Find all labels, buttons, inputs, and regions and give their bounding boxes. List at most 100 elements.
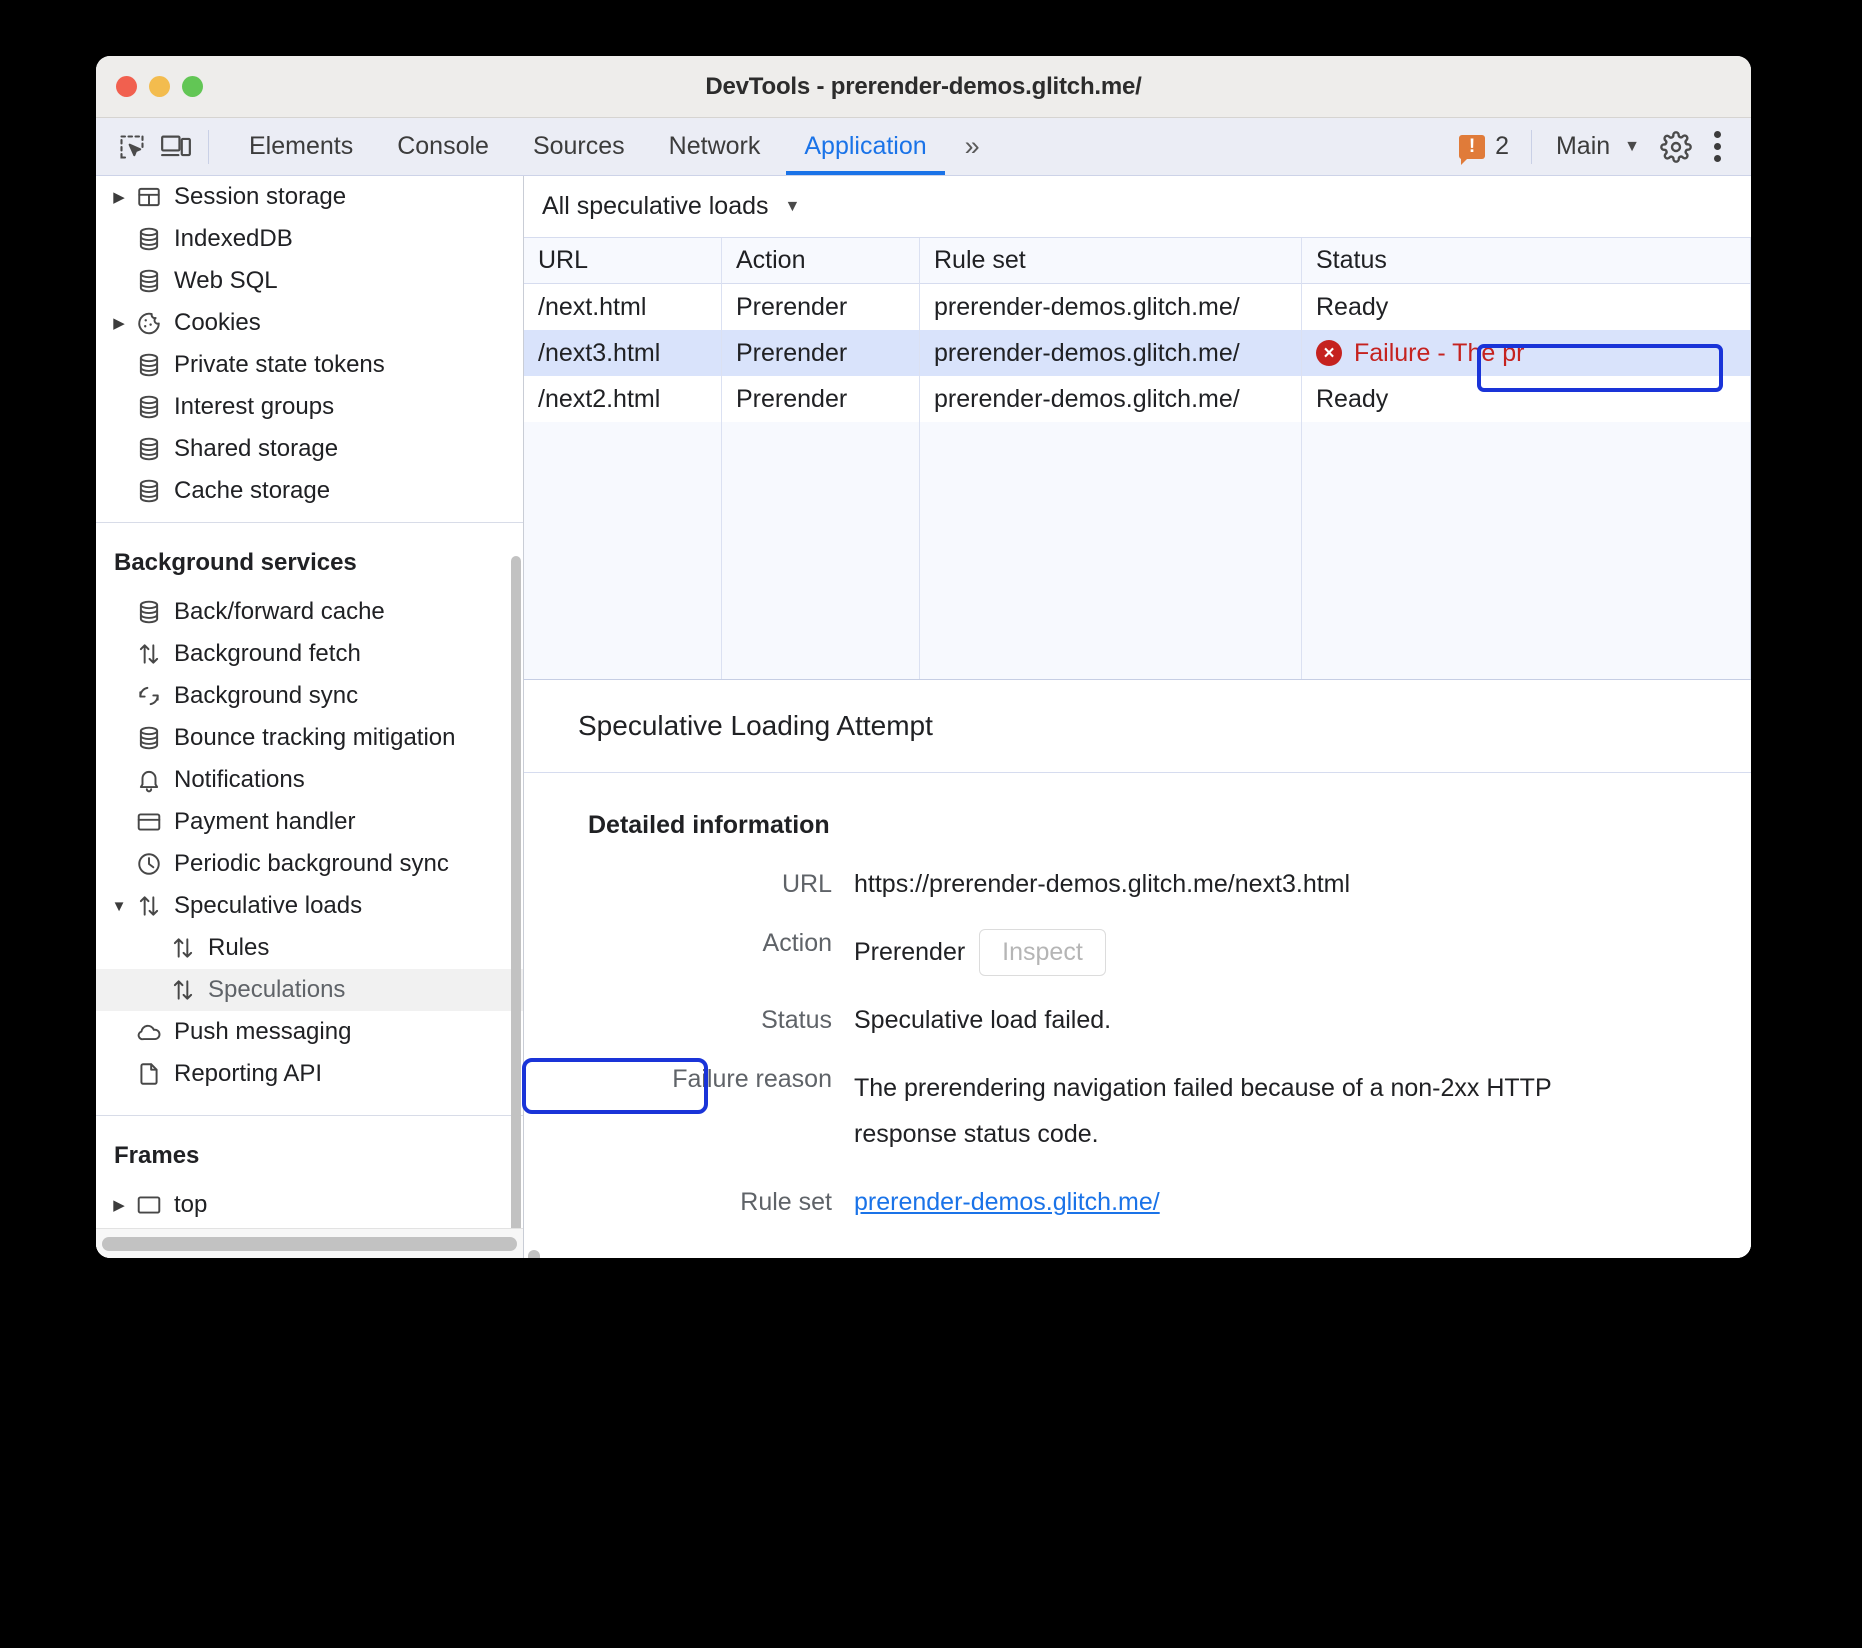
filter-label: All speculative loads bbox=[542, 192, 769, 221]
database-icon bbox=[132, 394, 166, 420]
chevron-down-icon: ▼ bbox=[785, 198, 801, 216]
table-row[interactable]: /next3.htmlPrerenderprerender-demos.glit… bbox=[524, 330, 1751, 376]
detail-row-status: Status Speculative load failed. bbox=[524, 976, 1751, 1035]
sidebar-item-private-state-tokens[interactable]: Private state tokens bbox=[96, 344, 523, 386]
table-empty-area bbox=[524, 422, 1751, 680]
detail-pane: Speculative Loading Attempt Detailed inf… bbox=[524, 680, 1751, 1258]
bell-icon bbox=[132, 767, 166, 793]
sidebar-item-bounce-tracking-mitigation[interactable]: Bounce tracking mitigation bbox=[96, 717, 523, 759]
sidebar-item-top[interactable]: ▶top bbox=[96, 1184, 523, 1226]
database-icon bbox=[132, 436, 166, 462]
tab-network[interactable]: Network bbox=[647, 118, 783, 175]
sidebar-item-back-forward-cache[interactable]: Back/forward cache bbox=[96, 591, 523, 633]
sidebar-item-push-messaging[interactable]: Push messaging bbox=[96, 1011, 523, 1053]
database-icon bbox=[132, 478, 166, 504]
cell-ruleset: prerender-demos.glitch.me/ bbox=[920, 330, 1302, 376]
minimize-button[interactable] bbox=[149, 76, 170, 97]
detail-vertical-scrollbar[interactable] bbox=[528, 1250, 540, 1258]
toolbar-divider-2 bbox=[1531, 130, 1532, 164]
devtools-toolbar: Elements Console Sources Network Applica… bbox=[96, 118, 1751, 176]
chevron-down-icon: ▼ bbox=[1624, 138, 1640, 156]
sidebar-item-label: Push messaging bbox=[174, 1018, 351, 1046]
cell-ruleset: prerender-demos.glitch.me/ bbox=[920, 284, 1302, 330]
sidebar-item-periodic-background-sync[interactable]: Periodic background sync bbox=[96, 843, 523, 885]
warning-count: 2 bbox=[1495, 132, 1509, 161]
frames-tree: ▶top bbox=[96, 1184, 523, 1226]
kebab-menu-icon[interactable] bbox=[1698, 131, 1737, 162]
sidebar-item-label: IndexedDB bbox=[174, 225, 293, 253]
more-tabs-icon[interactable]: » bbox=[949, 131, 996, 162]
sidebar-item-label: Cookies bbox=[174, 309, 261, 337]
chevron-right-icon[interactable]: ▶ bbox=[106, 314, 132, 332]
context-selector[interactable]: Main ▼ bbox=[1542, 132, 1654, 161]
sidebar-item-interest-groups[interactable]: Interest groups bbox=[96, 386, 523, 428]
column-header-action[interactable]: Action bbox=[722, 238, 920, 284]
tab-application[interactable]: Application bbox=[782, 118, 948, 175]
sidebar-item-notifications[interactable]: Notifications bbox=[96, 759, 523, 801]
detail-ruleset-link[interactable]: prerender-demos.glitch.me/ bbox=[854, 1188, 1160, 1217]
frames-section: Frames ▶top bbox=[96, 1116, 523, 1236]
close-button[interactable] bbox=[116, 76, 137, 97]
cell-status: ×Failure - The pr bbox=[1302, 330, 1751, 376]
sidebar-item-background-fetch[interactable]: Background fetch bbox=[96, 633, 523, 675]
sidebar-item-speculative-loads[interactable]: ▼Speculative loads bbox=[96, 885, 523, 927]
table-filler-cell bbox=[1302, 422, 1751, 679]
sidebar-item-payment-handler[interactable]: Payment handler bbox=[96, 801, 523, 843]
window-controls bbox=[116, 76, 203, 97]
sidebar-item-label: Web SQL bbox=[174, 267, 278, 295]
sidebar-horizontal-scrollbar-track[interactable] bbox=[96, 1228, 523, 1258]
gear-icon[interactable] bbox=[1654, 125, 1698, 169]
detail-ruleset-label: Rule set bbox=[524, 1188, 854, 1217]
sidebar-item-label: Periodic background sync bbox=[174, 850, 449, 878]
cell-status: Ready bbox=[1302, 376, 1751, 422]
sync-icon bbox=[132, 683, 166, 709]
cell-url: /next.html bbox=[524, 284, 722, 330]
sidebar-item-cache-storage[interactable]: Cache storage bbox=[96, 470, 523, 512]
sidebar-item-indexeddb[interactable]: IndexedDB bbox=[96, 218, 523, 260]
sidebar-item-label: Private state tokens bbox=[174, 351, 385, 379]
inspect-element-icon[interactable] bbox=[110, 125, 154, 169]
database-icon bbox=[132, 226, 166, 252]
tab-application-label: Application bbox=[804, 132, 926, 161]
sidebar-item-reporting-api[interactable]: Reporting API bbox=[96, 1053, 523, 1095]
error-icon: × bbox=[1316, 340, 1342, 366]
sidebar-item-label: Rules bbox=[208, 934, 269, 962]
sidebar-item-cookies[interactable]: ▶ Cookies bbox=[96, 302, 523, 344]
inspect-button[interactable]: Inspect bbox=[979, 929, 1106, 976]
column-header-url[interactable]: URL bbox=[524, 238, 722, 284]
context-selector-label: Main bbox=[1556, 132, 1610, 161]
filter-bar: All speculative loads ▼ bbox=[524, 176, 1751, 238]
sidebar-item-web-sql[interactable]: Web SQL bbox=[96, 260, 523, 302]
speculative-loads-filter[interactable]: All speculative loads ▼ bbox=[542, 192, 800, 221]
sidebar-item-session-storage[interactable]: ▶ Session storage bbox=[96, 176, 523, 218]
zoom-button[interactable] bbox=[182, 76, 203, 97]
sidebar-item-rules[interactable]: Rules bbox=[96, 927, 523, 969]
chevron-down-icon[interactable]: ▼ bbox=[106, 898, 132, 915]
sidebar-item-shared-storage[interactable]: Shared storage bbox=[96, 428, 523, 470]
table-filler-cell bbox=[920, 422, 1302, 679]
table-filler-cell bbox=[722, 422, 920, 679]
sidebar-horizontal-scrollbar-thumb[interactable] bbox=[102, 1237, 517, 1251]
tab-sources[interactable]: Sources bbox=[511, 118, 647, 175]
cell-action: Prerender bbox=[722, 284, 920, 330]
toolbar-divider bbox=[208, 130, 209, 164]
sidebar-item-label: Session storage bbox=[174, 183, 346, 211]
warning-badge[interactable]: ! 2 bbox=[1447, 132, 1521, 161]
table-row[interactable]: /next.htmlPrerenderprerender-demos.glitc… bbox=[524, 284, 1751, 330]
detail-url-label: URL bbox=[524, 870, 854, 899]
sidebar-item-speculations[interactable]: Speculations bbox=[96, 969, 523, 1011]
table-row[interactable]: /next2.htmlPrerenderprerender-demos.glit… bbox=[524, 376, 1751, 422]
device-toolbar-icon[interactable] bbox=[154, 125, 198, 169]
application-sidebar[interactable]: ▶ Session storage IndexedDB Web SQL ▶ Cookies… bbox=[96, 176, 524, 1258]
column-header-ruleset[interactable]: Rule set bbox=[920, 238, 1302, 284]
tab-elements[interactable]: Elements bbox=[227, 118, 375, 175]
table-body: /next.htmlPrerenderprerender-demos.glitc… bbox=[524, 284, 1751, 422]
sidebar-item-background-sync[interactable]: Background sync bbox=[96, 675, 523, 717]
detail-action-value: Prerender bbox=[854, 938, 965, 967]
tab-console[interactable]: Console bbox=[375, 118, 511, 175]
table-filler-cell bbox=[524, 422, 722, 679]
chevron-right-icon[interactable]: ▶ bbox=[106, 1196, 132, 1214]
chevron-right-icon[interactable]: ▶ bbox=[106, 188, 132, 206]
sidebar-vertical-scrollbar[interactable] bbox=[511, 556, 521, 1258]
column-header-status[interactable]: Status bbox=[1302, 238, 1751, 284]
